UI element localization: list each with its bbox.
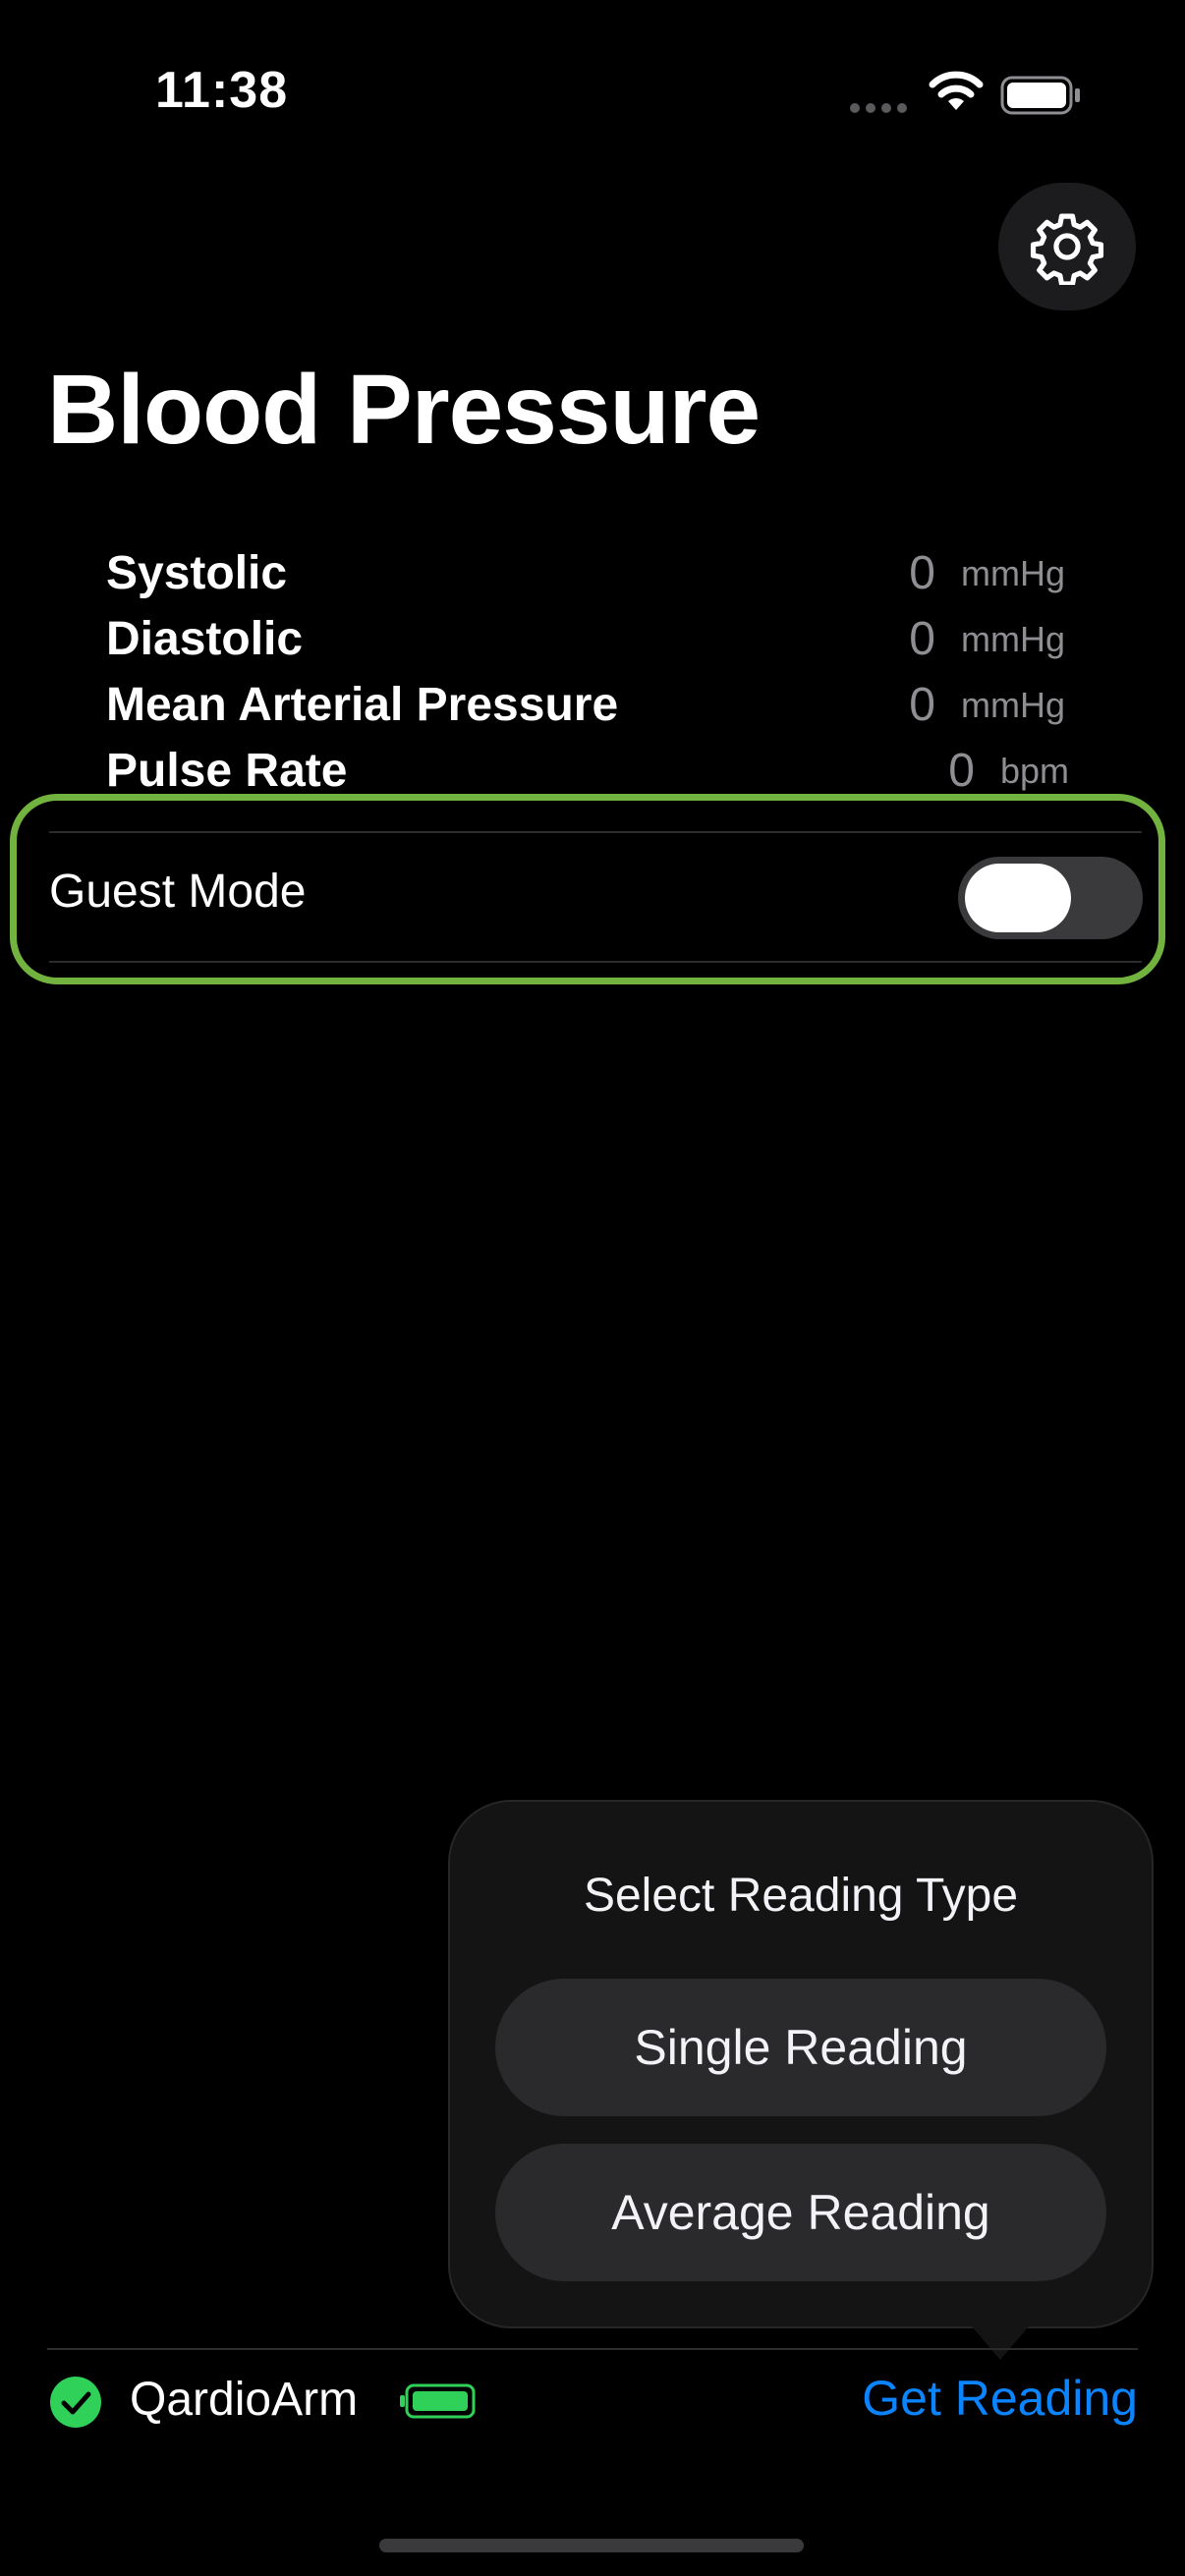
guest-mode-label: Guest Mode [49,866,307,918]
guest-mode-toggle[interactable] [958,857,1143,939]
status-time: 11:38 [155,62,289,119]
battery-charging-icon [400,2383,476,2419]
metric-unit: mmHg [961,618,1065,659]
gear-icon [1030,213,1104,285]
battery-icon [1000,76,1080,115]
metric-unit: mmHg [961,684,1065,725]
metric-label: Mean Arterial Pressure [106,679,619,731]
page-title: Blood Pressure [47,355,761,465]
cellular-signal-icon [850,103,907,113]
single-reading-button[interactable]: Single Reading [495,1979,1106,2116]
metric-row-mean-arterial-pressure: Mean Arterial Pressure 0 mmHg [106,672,1079,738]
metric-label: Pulse Rate [106,745,348,797]
metrics-list: Systolic 0 mmHg Diastolic 0 mmHg Mean Ar… [106,540,1079,804]
checkmark-circle-icon [50,2377,101,2428]
device-name: QardioArm [130,2374,359,2426]
wifi-icon [929,71,984,110]
metric-unit: mmHg [961,552,1065,593]
get-reading-button[interactable]: Get Reading [862,2370,1138,2427]
metric-value: 0 [948,745,975,797]
metric-value: 0 [909,547,935,599]
bottom-divider [47,2348,1138,2350]
metric-unit: bpm [1000,750,1070,791]
metric-value: 0 [909,613,935,665]
metric-row-diastolic: Diastolic 0 mmHg [106,606,1079,672]
metric-value: 0 [909,679,935,731]
average-reading-button[interactable]: Average Reading [495,2144,1106,2281]
reading-type-popover: Select Reading Type Single Reading Avera… [448,1800,1154,2328]
home-indicator[interactable] [379,2539,804,2552]
toggle-knob [965,864,1071,932]
settings-button[interactable] [998,183,1136,310]
popover-title: Select Reading Type [583,1870,1019,1922]
popover-arrow [967,2321,1034,2360]
metric-label: Systolic [106,547,288,599]
metric-label: Diastolic [106,613,304,665]
metric-row-systolic: Systolic 0 mmHg [106,540,1079,606]
